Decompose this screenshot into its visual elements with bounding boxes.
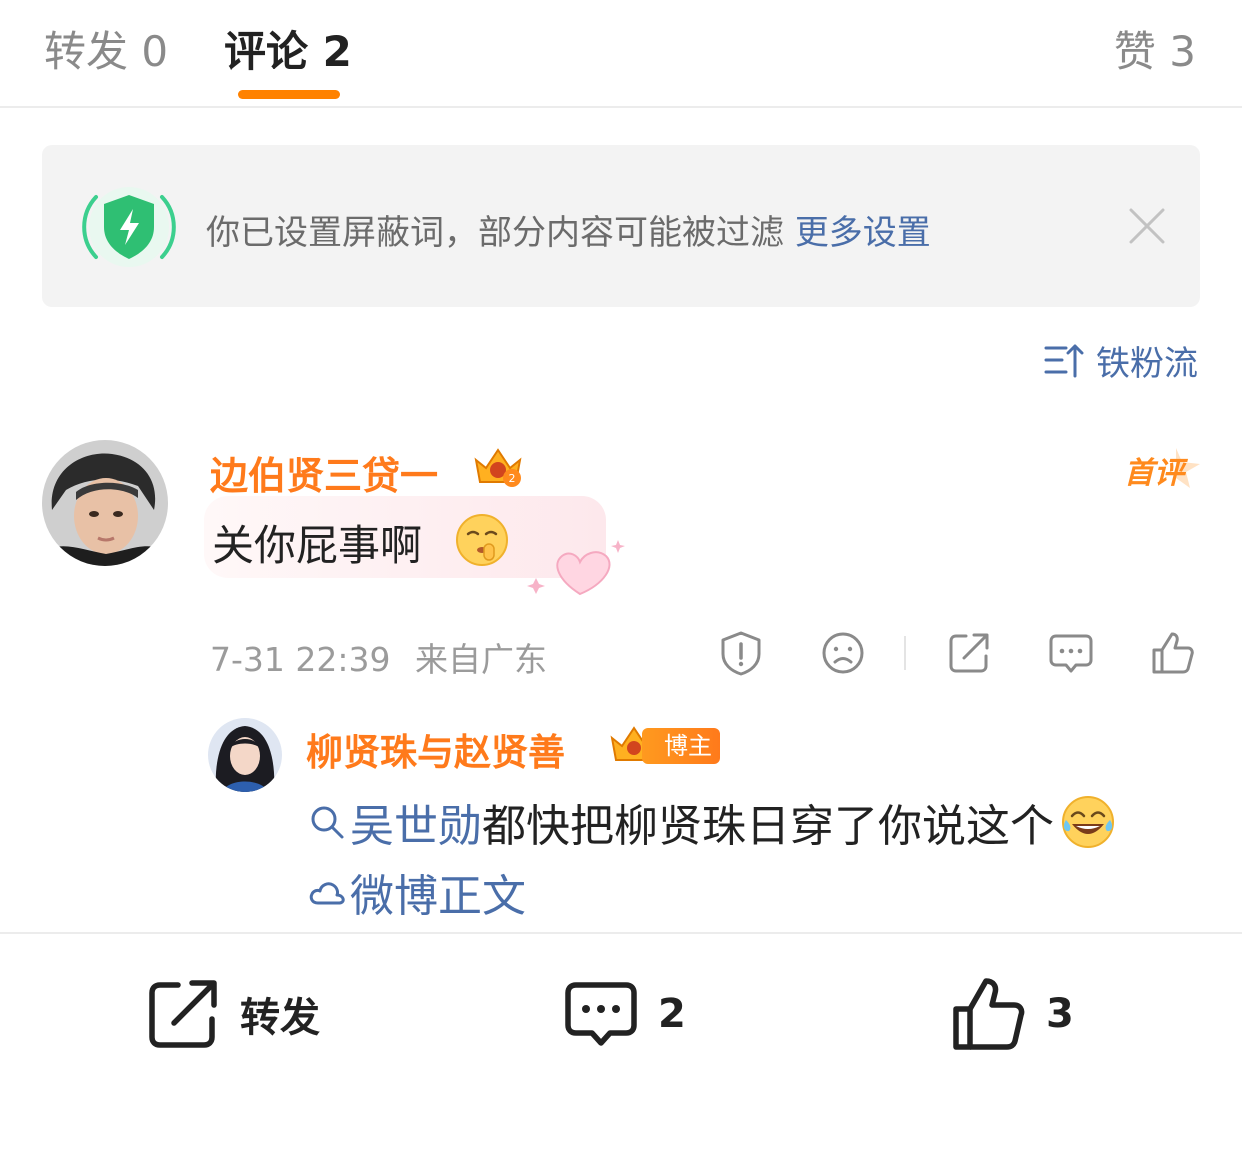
repost-label: 转发: [240, 995, 320, 1041]
dislike-icon[interactable]: [820, 630, 866, 676]
reply-text: 都快把柳贤珠日穿了你说这个: [482, 801, 1054, 852]
filter-notice-message: 你已设置屏蔽词，部分内容可能被过滤: [206, 213, 784, 253]
comment-username[interactable]: 边伯贤三贷一: [210, 445, 438, 500]
tab-bar: 转发 0 评论 2 赞 3: [0, 0, 1242, 108]
shush-emoji: [456, 514, 508, 566]
filter-notice: 你已设置屏蔽词，部分内容可能被过滤 更多设置: [42, 145, 1200, 307]
sort-icon: [1044, 344, 1084, 378]
avatar[interactable]: [42, 440, 168, 566]
comment-location: 来自广东: [415, 640, 547, 679]
comment-icon: [565, 982, 637, 1046]
action-separator: [904, 636, 906, 670]
host-badge: 博主: [642, 728, 720, 764]
tab-repost[interactable]: 转发 0: [44, 18, 168, 79]
like-icon[interactable]: [1150, 630, 1196, 676]
svg-text:2: 2: [509, 472, 516, 485]
sort-toggle[interactable]: 铁粉流: [1044, 336, 1198, 384]
heart-decoration-icon: [527, 540, 625, 596]
laugh-cry-emoji: [1062, 796, 1114, 848]
like-button[interactable]: 3: [950, 976, 1074, 1052]
repost-icon: [149, 980, 217, 1048]
report-icon[interactable]: [718, 630, 764, 676]
tab-comment[interactable]: 评论 2: [224, 18, 352, 79]
like-count: 3: [1046, 991, 1074, 1037]
crown-badge-icon: 2: [474, 448, 522, 487]
thumbs-up-icon: [953, 978, 1025, 1050]
tab-like[interactable]: 赞 3: [1114, 18, 1196, 79]
first-comment-badge: 首评: [1124, 456, 1184, 491]
search-topic-link[interactable]: 吴世勋: [350, 790, 482, 854]
comment-text: 关你屁事啊: [212, 521, 423, 570]
search-icon: [311, 806, 344, 839]
close-icon[interactable]: [1128, 207, 1166, 245]
divider: [0, 932, 1242, 934]
comment-count: 2: [658, 991, 686, 1037]
share-icon[interactable]: [946, 630, 992, 676]
reply-icon[interactable]: [1048, 630, 1094, 676]
shield-bolt-icon: [82, 187, 176, 267]
reply-avatar[interactable]: [208, 718, 282, 792]
active-tab-indicator: [238, 90, 340, 99]
reply-username[interactable]: 柳贤珠与赵贤善: [306, 722, 565, 776]
comment-meta: 7-31 22:39 来自广东: [210, 633, 547, 681]
sort-label: 铁粉流: [1096, 343, 1198, 384]
weibo-post-link[interactable]: 微博正文: [350, 860, 526, 924]
filter-notice-text: 你已设置屏蔽词，部分内容可能被过滤 更多设置: [206, 205, 931, 254]
more-settings-link[interactable]: 更多设置: [795, 213, 931, 253]
comment-timestamp: 7-31 22:39: [210, 640, 391, 679]
reply-text-line: 吴世勋 都快把柳贤珠日穿了你说这个: [308, 790, 1116, 854]
repost-button[interactable]: 转发: [144, 976, 320, 1052]
weibo-link-icon: [309, 882, 345, 905]
weibo-link-line[interactable]: 微博正文: [308, 860, 526, 924]
comment-button[interactable]: 2: [562, 976, 686, 1052]
